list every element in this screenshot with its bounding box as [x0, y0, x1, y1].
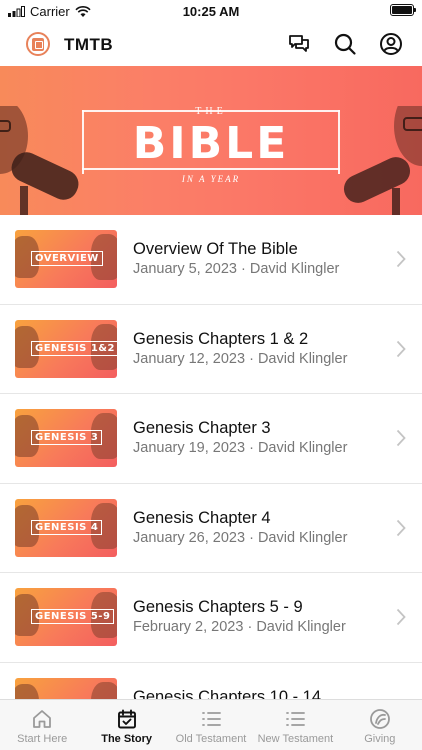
calendar-icon [117, 709, 136, 729]
profile-icon[interactable] [378, 31, 404, 57]
thumbnail-label: OVERVIEW [31, 251, 103, 266]
list-item[interactable]: GENESIS 5-9 Genesis Chapters 5 - 9 Febru… [0, 573, 422, 663]
thumbnail-label: GENESIS 1&2 [31, 340, 117, 356]
chat-icon[interactable] [286, 31, 312, 57]
tab-new-testament[interactable]: New Testament [253, 700, 337, 750]
app-logo-icon[interactable] [26, 32, 50, 56]
episode-title: Genesis Chapters 1 & 2 [133, 329, 309, 348]
tab-label: New Testament [257, 733, 334, 745]
tab-label: Giving [364, 733, 396, 745]
status-bar: Carrier 10:25 AM [0, 0, 422, 24]
chevron-right-icon [396, 608, 406, 626]
tab-start-here[interactable]: Start Here [0, 700, 84, 750]
episode-thumbnail: GENESIS 3 [15, 409, 117, 467]
episode-title: Genesis Chapter 3 [133, 419, 271, 437]
banner-subtitle: IN A YEAR [181, 174, 241, 184]
episode-meta: February 2, 2023 · David Klingler [133, 619, 346, 635]
episode-meta: January 5, 2023 · David Klingler [133, 261, 340, 277]
list-item[interactable]: GENESIS 4 Genesis Chapter 4 January 26, … [0, 484, 422, 573]
episode-thumbnail: GENESIS 1&2 [15, 319, 117, 378]
app-title: TMTB [64, 35, 114, 54]
tab-old-testament[interactable]: Old Testament [169, 700, 253, 750]
tab-the-story[interactable]: The Story [84, 700, 168, 750]
tab-bar: Start Here The Story Old Testament New T… [0, 699, 422, 750]
hero-banner[interactable]: THE BIBLE IN A YEAR [0, 66, 422, 215]
tab-label: Old Testament [175, 733, 247, 745]
status-time: 10:25 AM [182, 4, 240, 19]
episode-thumbnail: GENESIS 4 [15, 498, 117, 557]
battery-icon [390, 4, 416, 16]
list-icon [202, 712, 221, 726]
list-item[interactable]: GENESIS 1&2 Genesis Chapters 1 & 2 Janua… [0, 305, 422, 394]
episode-list: OVERVIEW Overview Of The Bible January 5… [0, 215, 422, 750]
giving-icon [369, 709, 390, 729]
list-item[interactable]: GENESIS 3 Genesis Chapter 3 January 19, … [0, 394, 422, 484]
episode-title: Overview Of The Bible [133, 240, 298, 258]
chevron-right-icon [396, 429, 406, 447]
episode-title: Genesis Chapters 5 - 9 [133, 598, 303, 616]
thumbnail-label: GENESIS 4 [31, 519, 103, 535]
home-icon [33, 710, 52, 728]
search-icon[interactable] [332, 31, 358, 57]
list-item[interactable]: OVERVIEW Overview Of The Bible January 5… [0, 215, 422, 305]
chevron-right-icon [396, 340, 406, 357]
episode-thumbnail: GENESIS 5-9 [15, 588, 117, 646]
banner-the: THE [195, 106, 227, 117]
tab-label: The Story [101, 733, 152, 745]
episode-title: Genesis Chapter 4 [133, 508, 271, 527]
episode-meta: January 19, 2023 · David Klingler [133, 440, 348, 456]
episode-meta: January 26, 2023 · David Klingler [133, 529, 348, 546]
banner-title: BIBLE [132, 118, 290, 169]
app-header: TMTB [0, 24, 422, 66]
episode-thumbnail: OVERVIEW [15, 230, 117, 288]
episode-meta: January 12, 2023 · David Klingler [133, 350, 348, 367]
tab-giving[interactable]: Giving [338, 700, 422, 750]
tab-label: Start Here [17, 733, 68, 745]
thumbnail-label: GENESIS 3 [31, 430, 103, 445]
thumbnail-label: GENESIS 5-9 [31, 609, 115, 624]
chevron-right-icon [396, 250, 406, 268]
chevron-right-icon [396, 519, 406, 536]
list-icon [286, 712, 306, 726]
